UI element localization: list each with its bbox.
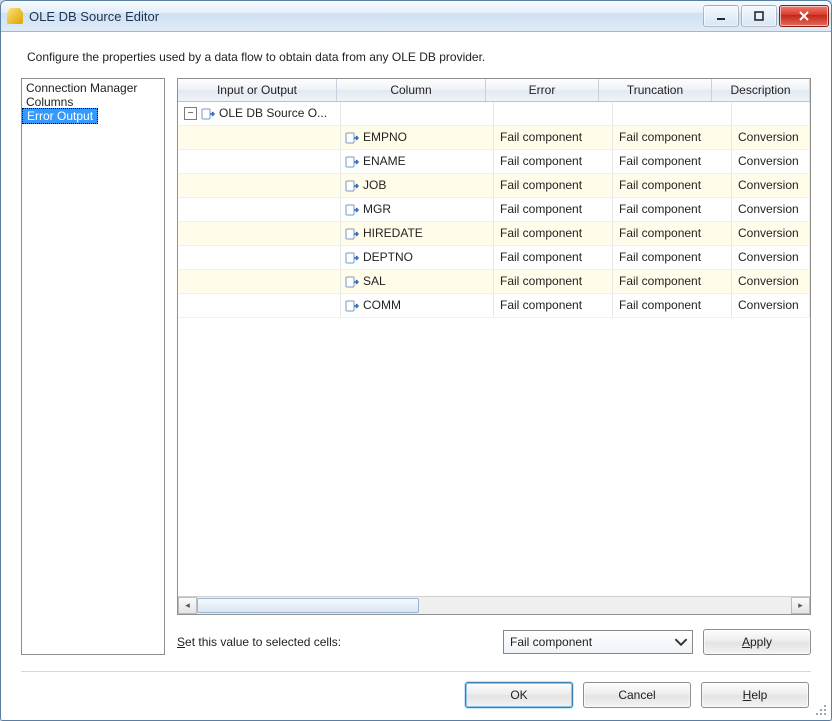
cell-column: HIREDATE (363, 222, 423, 245)
grid-body[interactable]: − OLE DB Source O... EMPNO Fail component… (178, 102, 810, 596)
cell-error[interactable]: Fail component (500, 294, 582, 317)
set-value-row: Set this value to selected cells: Fail c… (177, 629, 811, 655)
scroll-thumb[interactable] (197, 598, 419, 613)
table-row[interactable]: EMPNO Fail component Fail component Convers… (178, 126, 810, 150)
cell-truncation[interactable]: Fail component (619, 246, 701, 269)
window-buttons (703, 5, 829, 27)
titlebar[interactable]: OLE DB Source Editor (1, 1, 831, 32)
cell-error[interactable]: Fail component (500, 270, 582, 293)
cell-column: ENAME (363, 150, 406, 173)
column-icon (345, 299, 359, 313)
cell-truncation[interactable]: Fail component (619, 198, 701, 221)
cell-description: Conversion (738, 126, 799, 149)
output-icon (201, 107, 215, 121)
ok-button[interactable]: OK (465, 682, 573, 708)
help-button[interactable]: Help (701, 682, 809, 708)
grid-header: Input or Output Column Error Truncation … (178, 79, 810, 102)
table-row[interactable]: COMM Fail component Fail component Conversi… (178, 294, 810, 318)
cell-truncation[interactable]: Fail component (619, 294, 701, 317)
cell-error[interactable]: Fail component (500, 174, 582, 197)
cell-error[interactable]: Fail component (500, 126, 582, 149)
cell-column: JOB (363, 174, 386, 197)
minimize-icon (715, 10, 727, 22)
app-icon (7, 8, 23, 24)
scroll-right-button[interactable]: ▸ (791, 597, 810, 614)
table-row[interactable]: ENAME Fail component Fail component Convers… (178, 150, 810, 174)
nav-item-error-output[interactable]: Error Output (22, 108, 98, 124)
cell-column: DEPTNO (363, 246, 413, 269)
scroll-track[interactable] (197, 598, 791, 613)
content-area: Configure the properties used by a data … (1, 32, 831, 720)
close-icon (798, 10, 810, 22)
column-icon (345, 227, 359, 241)
header-description[interactable]: Description (712, 79, 810, 101)
nav-item-connection-manager[interactable]: Connection Manager (22, 81, 164, 95)
right-column: Input or Output Column Error Truncation … (177, 78, 811, 655)
chevron-down-icon (674, 635, 688, 649)
cell-truncation[interactable]: Fail component (619, 174, 701, 197)
table-row[interactable]: SAL Fail component Fail component Conversio… (178, 270, 810, 294)
cell-description: Conversion (738, 198, 799, 221)
cell-column: EMPNO (363, 126, 407, 149)
header-column[interactable]: Column (337, 79, 486, 101)
column-icon (345, 275, 359, 289)
column-icon (345, 203, 359, 217)
cell-column: MGR (363, 198, 391, 221)
header-error[interactable]: Error (486, 79, 599, 101)
resize-grip[interactable] (814, 703, 828, 717)
dialog-window: OLE DB Source Editor Configure the prope… (0, 0, 832, 721)
maximize-button[interactable] (741, 5, 777, 27)
cell-description: Conversion (738, 270, 799, 293)
window-title: OLE DB Source Editor (29, 9, 703, 24)
column-icon (345, 131, 359, 145)
scroll-left-button[interactable]: ◂ (178, 597, 197, 614)
minimize-button[interactable] (703, 5, 739, 27)
error-output-grid: Input or Output Column Error Truncation … (177, 78, 811, 615)
cell-truncation[interactable]: Fail component (619, 270, 701, 293)
cell-column: COMM (363, 294, 401, 317)
collapse-icon[interactable]: − (184, 107, 197, 120)
footer-separator (21, 671, 811, 672)
instruction-text: Configure the properties used by a data … (27, 50, 811, 64)
set-value-combo[interactable]: Fail component (503, 630, 693, 654)
cell-description: Conversion (738, 150, 799, 173)
header-truncation[interactable]: Truncation (599, 79, 712, 101)
cell-truncation[interactable]: Fail component (619, 222, 701, 245)
table-row[interactable]: HIREDATE Fail component Fail component Conv… (178, 222, 810, 246)
cell-description: Conversion (738, 222, 799, 245)
cell-description: Conversion (738, 246, 799, 269)
cell-error[interactable]: Fail component (500, 246, 582, 269)
horizontal-scrollbar[interactable]: ◂ ▸ (178, 596, 810, 614)
nav-item-columns[interactable]: Columns (22, 95, 164, 109)
apply-button[interactable]: Apply (703, 629, 811, 655)
cell-error[interactable]: Fail component (500, 198, 582, 221)
cell-description: Conversion (738, 174, 799, 197)
cell-truncation[interactable]: Fail component (619, 126, 701, 149)
close-button[interactable] (779, 5, 829, 27)
column-icon (345, 155, 359, 169)
combo-value: Fail component (510, 635, 592, 649)
dialog-footer: OK Cancel Help (21, 682, 811, 708)
maximize-icon (753, 10, 765, 22)
table-row[interactable]: DEPTNO Fail component Fail component Conver… (178, 246, 810, 270)
header-input-output[interactable]: Input or Output (178, 79, 337, 101)
cell-error[interactable]: Fail component (500, 222, 582, 245)
column-icon (345, 179, 359, 193)
cell-column: SAL (363, 270, 386, 293)
set-value-label: Set this value to selected cells: (177, 635, 493, 649)
table-row[interactable]: MGR Fail component Fail component Conversio… (178, 198, 810, 222)
main-split: Connection Manager Columns Error Output … (21, 78, 811, 655)
column-icon (345, 251, 359, 265)
nav-panel: Connection Manager Columns Error Output (21, 78, 165, 655)
output-root-row[interactable]: − OLE DB Source O... (178, 102, 810, 126)
output-name: OLE DB Source O... (219, 102, 327, 125)
cell-description: Conversion (738, 294, 799, 317)
cell-error[interactable]: Fail component (500, 150, 582, 173)
cancel-button[interactable]: Cancel (583, 682, 691, 708)
cell-truncation[interactable]: Fail component (619, 150, 701, 173)
table-row[interactable]: JOB Fail component Fail component Conversio… (178, 174, 810, 198)
